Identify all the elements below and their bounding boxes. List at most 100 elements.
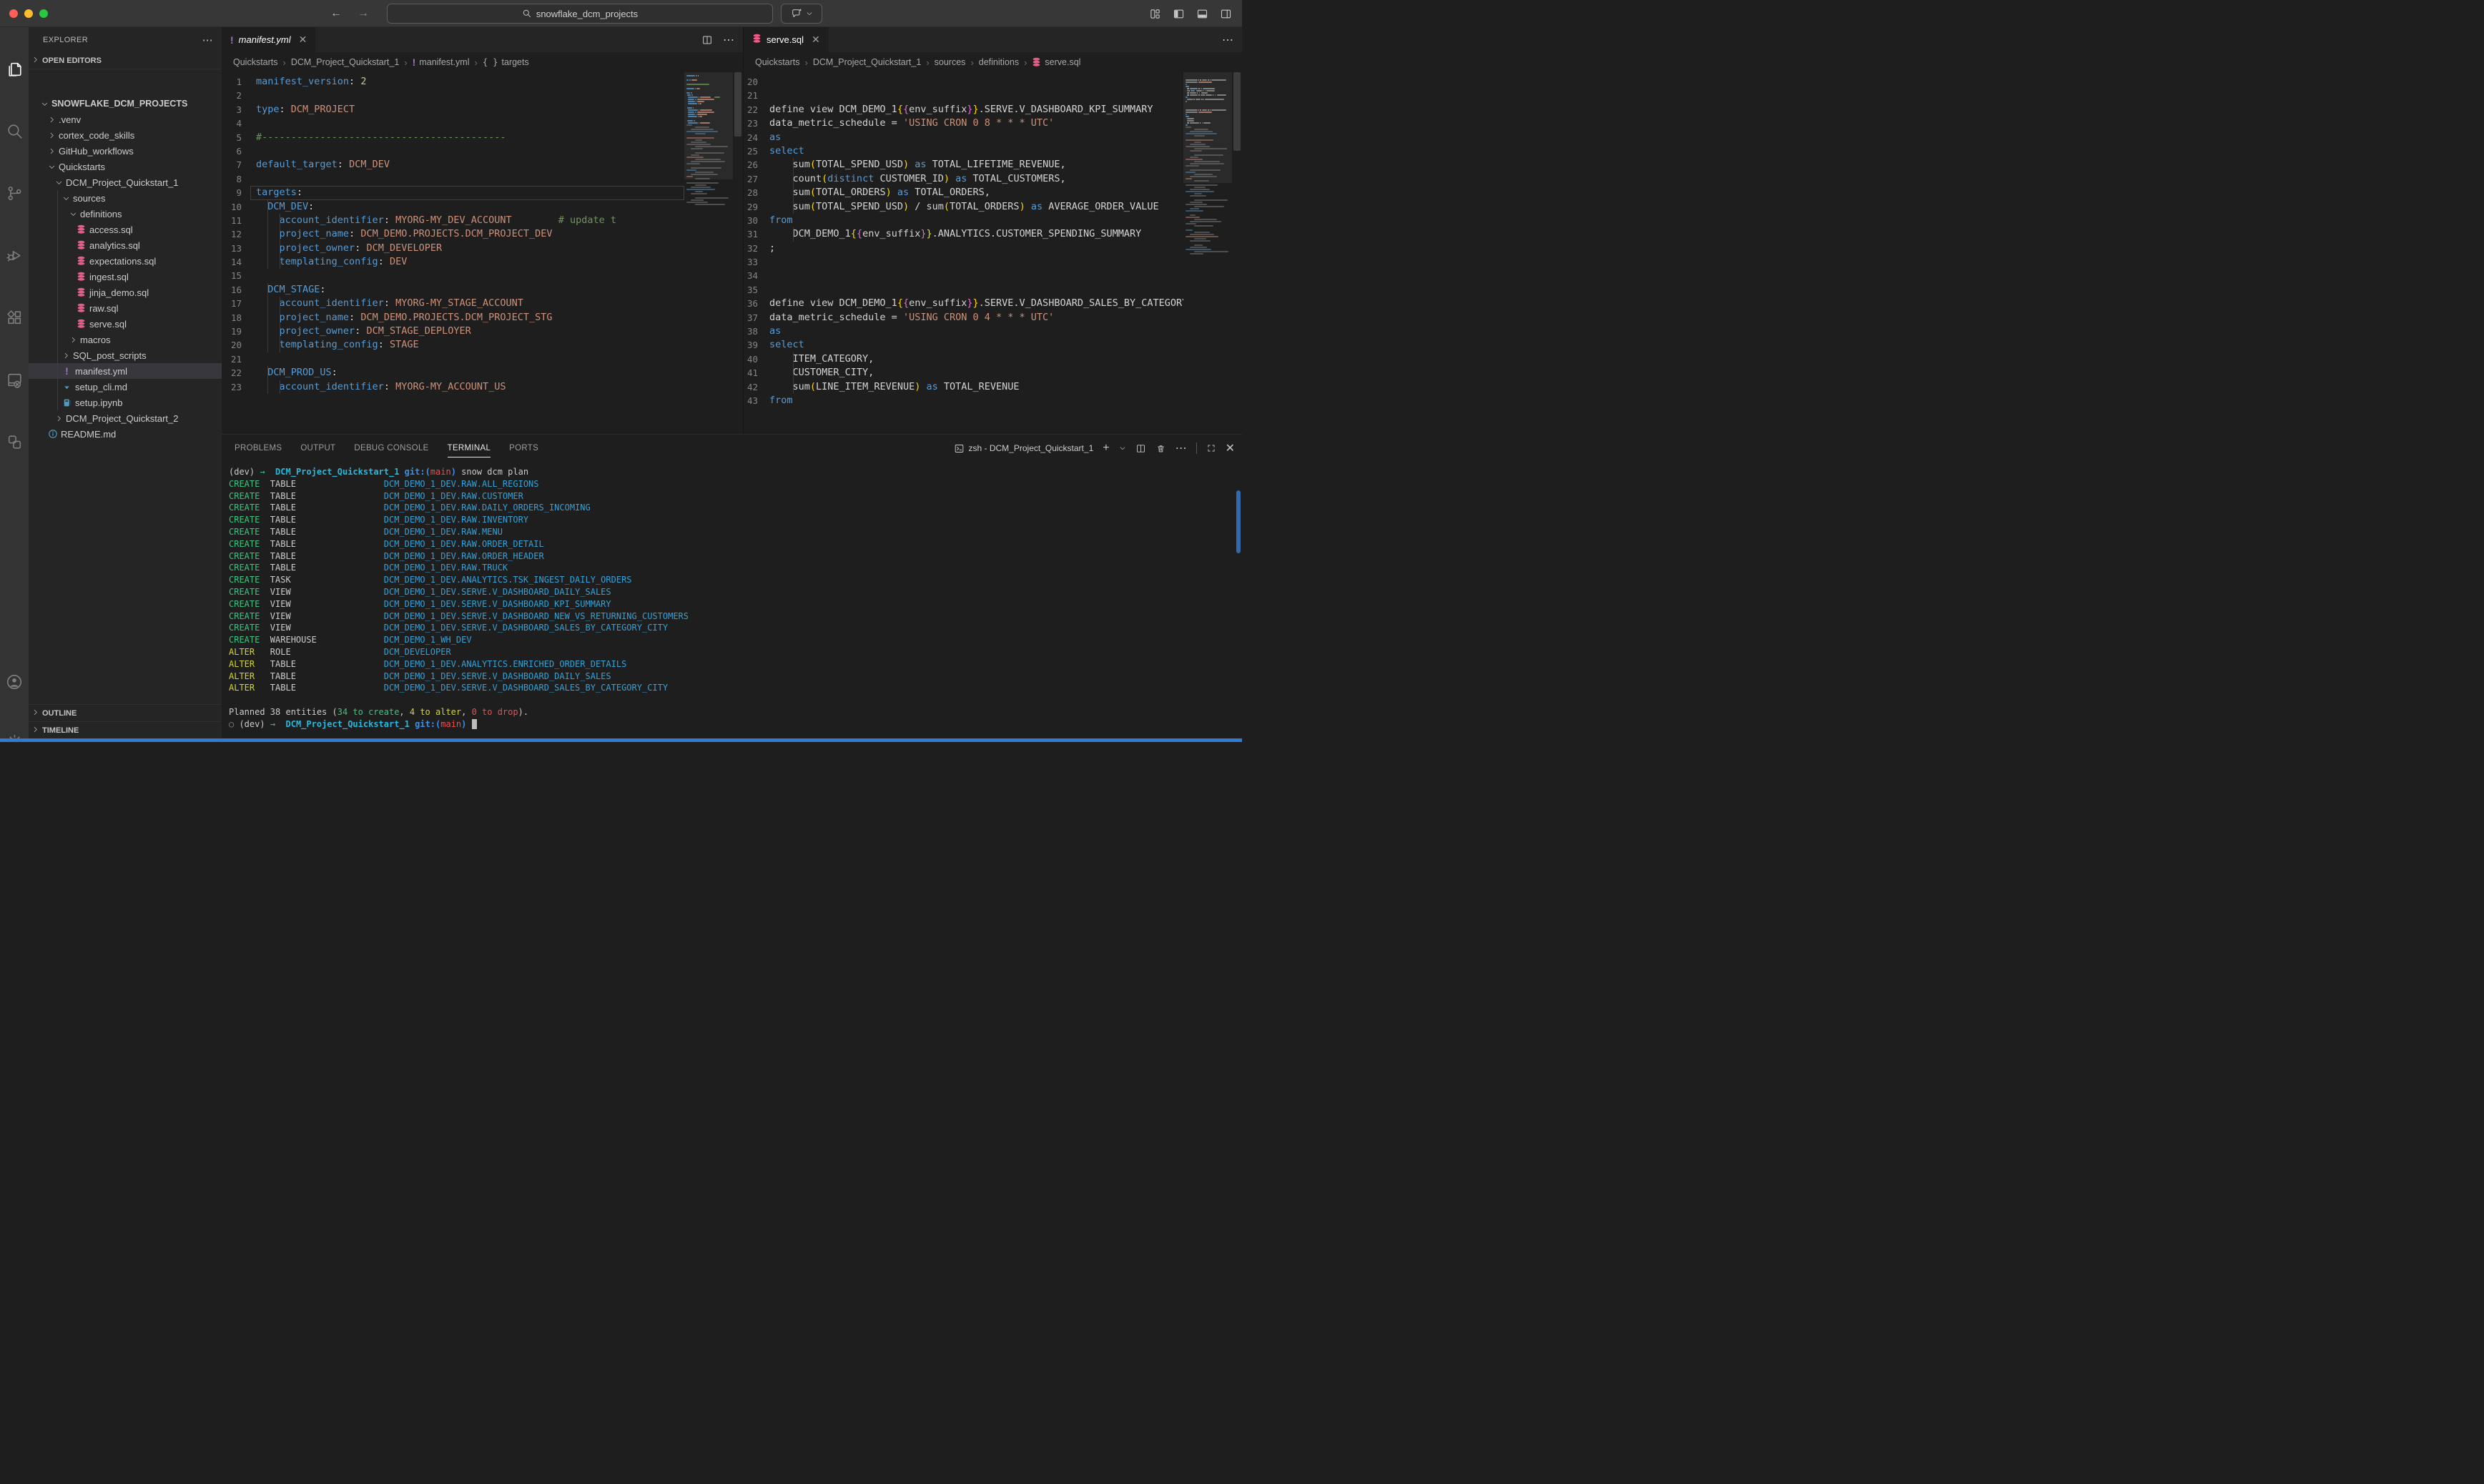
code-line-20[interactable]: 20 templating_config: STAGE bbox=[222, 338, 684, 352]
editor-scrollbar[interactable] bbox=[1232, 72, 1242, 434]
breadcrumb-item[interactable]: Quickstarts bbox=[755, 57, 800, 67]
tree-item-cortex_code_skills[interactable]: cortex_code_skills bbox=[29, 127, 222, 143]
code-line-23[interactable]: 23 account_identifier: MYORG-MY_ACCOUNT_… bbox=[222, 380, 684, 394]
tree-item-README.md[interactable]: README.md bbox=[29, 426, 222, 442]
code-line-37[interactable]: 37data_metric_schedule = 'USING CRON 0 4… bbox=[744, 311, 1183, 325]
panel-tab-output[interactable]: OUTPUT bbox=[300, 435, 335, 462]
activity-item-remote-explorer[interactable] bbox=[0, 367, 29, 396]
code-line-22[interactable]: 22 DCM_PROD_US: bbox=[222, 366, 684, 380]
editor-actions-more-icon[interactable]: ⋯ bbox=[1222, 33, 1233, 47]
panel-tab-ports[interactable]: PORTS bbox=[509, 435, 538, 462]
editor-scrollbar[interactable] bbox=[733, 72, 743, 434]
tree-item-SNOWFLAKE_DCM_PROJECTS[interactable]: SNOWFLAKE_DCM_PROJECTS bbox=[29, 96, 222, 112]
code-line-13[interactable]: 13 project_owner: DCM_DEVELOPER bbox=[222, 242, 684, 255]
code-line-20[interactable]: 20 bbox=[744, 75, 1183, 89]
code-line-21[interactable]: 21 bbox=[744, 89, 1183, 102]
editor-actions-more-icon[interactable]: ⋯ bbox=[723, 33, 734, 47]
breadcrumb-item[interactable]: !manifest.yml bbox=[413, 56, 470, 68]
tab-serve-sql[interactable]: serve.sql ✕ bbox=[744, 27, 829, 52]
breadcrumb-item[interactable]: definitions bbox=[979, 57, 1019, 67]
explorer-actions-button[interactable]: ⋯ bbox=[202, 34, 213, 46]
code-line-41[interactable]: 41 CUSTOMER_CITY, bbox=[744, 366, 1183, 380]
code-line-23[interactable]: 23data_metric_schedule = 'USING CRON 0 8… bbox=[744, 117, 1183, 130]
activity-item-account[interactable] bbox=[0, 669, 29, 698]
code-line-26[interactable]: 26 sum(TOTAL_SPEND_USD) as TOTAL_LIFETIM… bbox=[744, 158, 1183, 172]
terminal-instance[interactable]: zsh - DCM_Project_Quickstart_1 bbox=[954, 443, 1094, 454]
code-line-6[interactable]: 6 bbox=[222, 144, 684, 158]
code-line-33[interactable]: 33 bbox=[744, 255, 1183, 269]
navigate-forward-button[interactable]: → bbox=[358, 7, 369, 20]
breadcrumb-item[interactable]: { }targets bbox=[483, 57, 529, 67]
code-line-18[interactable]: 18 project_name: DCM_DEMO.PROJECTS.DCM_P… bbox=[222, 311, 684, 325]
activity-item-search[interactable] bbox=[0, 119, 29, 147]
code-line-42[interactable]: 42 sum(LINE_ITEM_REVENUE) as TOTAL_REVEN… bbox=[744, 380, 1183, 394]
minimap[interactable] bbox=[1183, 72, 1232, 434]
panel-tab-debug-console[interactable]: DEBUG CONSOLE bbox=[354, 435, 428, 462]
close-tab-icon[interactable]: ✕ bbox=[812, 34, 820, 46]
navigate-back-button[interactable]: ← bbox=[330, 7, 342, 20]
code-line-32[interactable]: 32; bbox=[744, 242, 1183, 255]
activity-item-source-control[interactable] bbox=[0, 181, 29, 209]
tree-item-Quickstarts[interactable]: Quickstarts bbox=[29, 159, 222, 174]
code-line-11[interactable]: 11 account_identifier: MYORG-MY_DEV_ACCO… bbox=[222, 214, 684, 227]
code-line-1[interactable]: 1manifest_version: 2 bbox=[222, 75, 684, 89]
code-line-21[interactable]: 21 bbox=[222, 352, 684, 366]
timeline-section[interactable]: TIMELINE bbox=[29, 721, 222, 738]
activity-item-workspaces[interactable] bbox=[0, 430, 29, 458]
toggle-primary-sidebar-icon[interactable] bbox=[1173, 8, 1185, 20]
code-line-4[interactable]: 4 bbox=[222, 117, 684, 130]
outline-section[interactable]: OUTLINE bbox=[29, 704, 222, 721]
customize-layout-icon[interactable] bbox=[1149, 8, 1161, 20]
breadcrumbs-right[interactable]: Quickstarts›DCM_Project_Quickstart_1›sou… bbox=[744, 52, 1242, 72]
code-line-19[interactable]: 19 project_owner: DCM_STAGE_DEPLOYER bbox=[222, 325, 684, 338]
code-line-43[interactable]: 43from bbox=[744, 394, 1183, 407]
code-line-39[interactable]: 39select bbox=[744, 338, 1183, 352]
terminal-scrollbar-thumb[interactable] bbox=[1236, 490, 1241, 553]
minimap[interactable] bbox=[684, 72, 733, 434]
tree-item-DCM_Project_Quickstart_2[interactable]: DCM_Project_Quickstart_2 bbox=[29, 410, 222, 426]
code-line-10[interactable]: 10 DCM_DEV: bbox=[222, 200, 684, 214]
editor-serve-sql[interactable]: 202122define view DCM_DEMO_1{{env_suffix… bbox=[744, 72, 1183, 434]
breadcrumb-item[interactable]: DCM_Project_Quickstart_1 bbox=[291, 57, 399, 67]
code-line-27[interactable]: 27 count(distinct CUSTOMER_ID) as TOTAL_… bbox=[744, 172, 1183, 186]
close-window-button[interactable] bbox=[9, 9, 18, 18]
tab-manifest-yml[interactable]: ! manifest.yml ✕ bbox=[222, 27, 316, 52]
code-line-17[interactable]: 17 account_identifier: MYORG-MY_STAGE_AC… bbox=[222, 297, 684, 310]
zoom-window-button[interactable] bbox=[39, 9, 48, 18]
code-line-12[interactable]: 12 project_name: DCM_DEMO.PROJECTS.DCM_P… bbox=[222, 227, 684, 241]
code-line-14[interactable]: 14 templating_config: DEV bbox=[222, 255, 684, 269]
breadcrumb-item[interactable]: DCM_Project_Quickstart_1 bbox=[813, 57, 921, 67]
activity-item-explorer[interactable] bbox=[0, 57, 29, 86]
code-line-40[interactable]: 40 ITEM_CATEGORY, bbox=[744, 352, 1183, 366]
code-line-16[interactable]: 16 DCM_STAGE: bbox=[222, 283, 684, 297]
maximize-panel-icon[interactable] bbox=[1206, 443, 1216, 453]
code-line-8[interactable]: 8 bbox=[222, 172, 684, 186]
open-editors-section[interactable]: OPEN EDITORS bbox=[29, 52, 222, 69]
toggle-secondary-sidebar-icon[interactable] bbox=[1220, 8, 1232, 20]
code-line-5[interactable]: 5#--------------------------------------… bbox=[222, 131, 684, 144]
code-line-35[interactable]: 35 bbox=[744, 283, 1183, 297]
split-editor-icon[interactable] bbox=[701, 34, 713, 46]
command-center-search[interactable]: snowflake_dcm_projects bbox=[387, 4, 773, 24]
tree-item-GitHub_workflows[interactable]: GitHub_workflows bbox=[29, 143, 222, 159]
code-line-30[interactable]: 30from bbox=[744, 214, 1183, 227]
terminal[interactable]: (dev) → DCM_Project_Quickstart_1 git:(ma… bbox=[222, 462, 1242, 738]
code-line-2[interactable]: 2 bbox=[222, 89, 684, 102]
breadcrumb-item[interactable]: sources bbox=[935, 57, 966, 67]
tree-item-DCM_Project_Quickstart_1[interactable]: DCM_Project_Quickstart_1 bbox=[29, 174, 222, 190]
code-line-9[interactable]: 9targets: bbox=[222, 186, 684, 199]
code-line-3[interactable]: 3type: DCM_PROJECT bbox=[222, 103, 684, 117]
split-terminal-icon[interactable] bbox=[1135, 443, 1146, 454]
tree-item-.venv[interactable]: .venv bbox=[29, 112, 222, 127]
code-line-36[interactable]: 36define view DCM_DEMO_1{{env_suffix}}.S… bbox=[744, 297, 1183, 310]
code-line-38[interactable]: 38as bbox=[744, 325, 1183, 338]
kill-terminal-icon[interactable] bbox=[1155, 443, 1166, 454]
breadcrumbs-left[interactable]: Quickstarts›DCM_Project_Quickstart_1›!ma… bbox=[222, 52, 743, 72]
code-line-7[interactable]: 7default_target: DCM_DEV bbox=[222, 158, 684, 172]
code-line-29[interactable]: 29 sum(TOTAL_SPEND_USD) / sum(TOTAL_ORDE… bbox=[744, 200, 1183, 214]
terminal-dropdown-icon[interactable] bbox=[1119, 445, 1126, 452]
panel-tab-terminal[interactable]: TERMINAL bbox=[448, 435, 491, 462]
editor-manifest-yml[interactable]: 1manifest_version: 223type: DCM_PROJECT4… bbox=[222, 72, 684, 434]
code-line-15[interactable]: 15 bbox=[222, 269, 684, 282]
toggle-panel-icon[interactable] bbox=[1196, 8, 1208, 20]
